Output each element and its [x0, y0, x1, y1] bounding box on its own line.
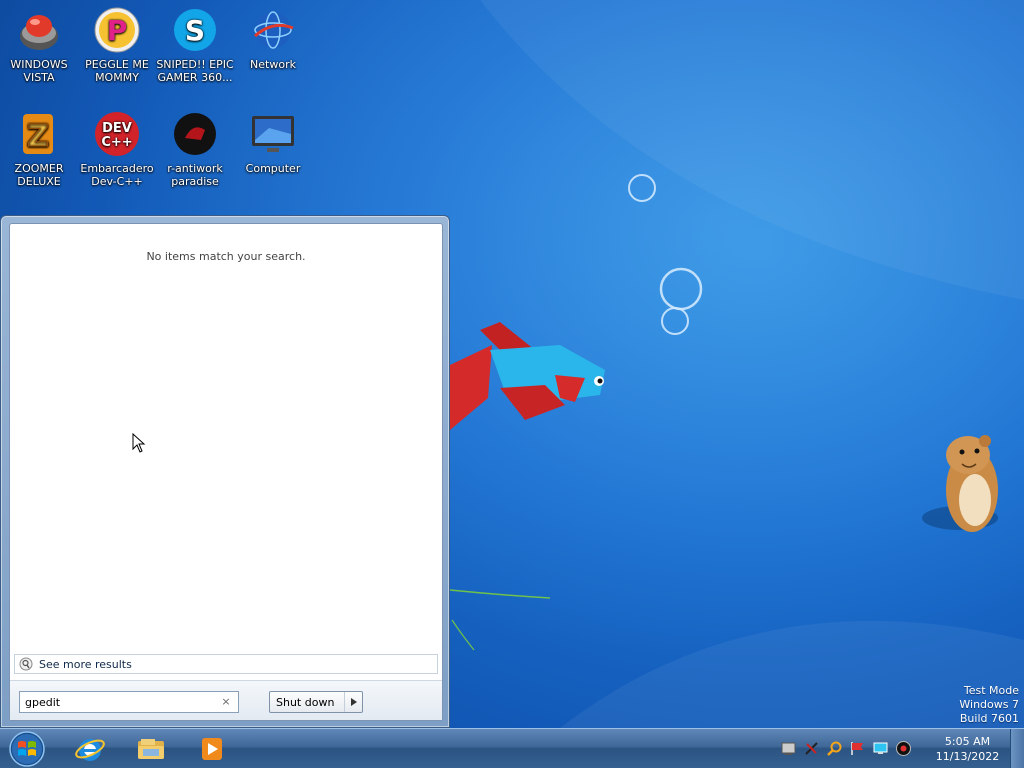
svg-text:Z: Z: [27, 119, 49, 154]
shutdown-options-arrow-icon[interactable]: [344, 692, 362, 712]
start-search-box[interactable]: ×: [19, 691, 239, 713]
desktop-icon-label: Network: [250, 58, 296, 71]
desktop-icon-antiwork[interactable]: r-antiwork paradise: [156, 110, 234, 188]
devcpp-icon: DEV C++: [95, 112, 139, 156]
search-tray-icon[interactable]: [826, 740, 843, 757]
search-magnifier-icon: [19, 657, 33, 671]
shutdown-label: Shut down: [276, 695, 335, 709]
desktop-icon-peggle[interactable]: P PEGGLE ME MOMMY: [78, 6, 156, 84]
skype-icon: S: [174, 9, 216, 51]
taskbar: 5:05 AM 11/13/2022: [0, 728, 1024, 768]
mouse-cursor-icon: [132, 433, 146, 453]
computer-monitor-icon: [252, 116, 294, 152]
desktop-icon-devcpp[interactable]: DEV C++ Embarcadero Dev-C++: [78, 110, 156, 188]
antiwork-icon: [174, 113, 216, 155]
taskbar-clock[interactable]: 5:05 AM 11/13/2022: [930, 734, 1005, 764]
search-input[interactable]: [20, 692, 210, 712]
desktop-icon-label: WINDOWS VISTA: [10, 58, 68, 84]
internet-explorer-icon: [75, 739, 105, 761]
network-tray-icon[interactable]: [780, 740, 797, 757]
network-globe-icon: [254, 11, 294, 49]
desktop-icon-label: Embarcadero Dev-C++: [80, 162, 154, 188]
desktop-icon-label: SNIPED!! EPIC GAMER 360...: [156, 58, 234, 84]
peggle-icon: P: [94, 7, 140, 53]
desktop-icon-sniped[interactable]: S SNIPED!! EPIC GAMER 360...: [156, 6, 234, 84]
clock-time: 5:05 AM: [944, 735, 991, 748]
watermark-line: Build 7601: [959, 712, 1019, 725]
test-mode-watermark: Test Mode Windows 7 Build 7601: [959, 684, 1019, 726]
tools-tray-icon[interactable]: [803, 740, 820, 757]
flag-tray-icon[interactable]: [849, 740, 866, 757]
file-explorer-icon: [138, 739, 164, 759]
start-menu: No items match your search. See more res…: [0, 215, 450, 728]
show-desktop-button[interactable]: [1010, 729, 1024, 768]
start-button[interactable]: [5, 730, 49, 768]
see-more-label: See more results: [39, 657, 132, 671]
desktop-icon-label: ZOOMER DELUXE: [14, 162, 64, 188]
desktop-icon-label: PEGGLE ME MOMMY: [85, 58, 149, 84]
media-player-icon: [202, 738, 222, 760]
notification-area: [780, 740, 912, 757]
desktop-icon-label: Computer: [245, 162, 301, 175]
taskbar-file-explorer[interactable]: [122, 731, 180, 767]
svg-text:DEV: DEV: [102, 121, 132, 136]
clear-search-icon[interactable]: ×: [220, 695, 232, 709]
taskbar-internet-explorer[interactable]: [61, 731, 119, 767]
volume-tray-icon[interactable]: [895, 740, 912, 757]
search-results-pane: No items match your search. See more res…: [9, 223, 443, 721]
vista-shell-icon: [20, 15, 58, 50]
desktop-icon-label: r-antiwork paradise: [167, 162, 223, 188]
svg-text:C++: C++: [101, 135, 132, 150]
desktop-icon-windows-vista[interactable]: WINDOWS VISTA: [0, 6, 78, 84]
clock-date: 11/13/2022: [935, 750, 1000, 763]
watermark-line: Windows 7: [959, 698, 1019, 711]
see-more-results-link[interactable]: See more results: [14, 654, 438, 674]
start-menu-footer: × Shut down: [10, 680, 442, 720]
watermark-line: Test Mode: [963, 684, 1019, 697]
display-tray-icon[interactable]: [872, 740, 889, 757]
desktop-icon-computer[interactable]: Computer: [234, 110, 312, 175]
zoomer-icon: Z: [23, 114, 53, 155]
no-results-message: No items match your search.: [146, 250, 306, 263]
svg-text:P: P: [107, 14, 128, 47]
taskbar-media-player[interactable]: [183, 731, 241, 767]
desktop-icon-zoomer[interactable]: Z ZOOMER DELUXE: [0, 110, 78, 188]
svg-text:S: S: [185, 14, 205, 47]
shutdown-button[interactable]: Shut down: [269, 691, 363, 713]
desktop-icon-network[interactable]: Network: [234, 6, 312, 71]
